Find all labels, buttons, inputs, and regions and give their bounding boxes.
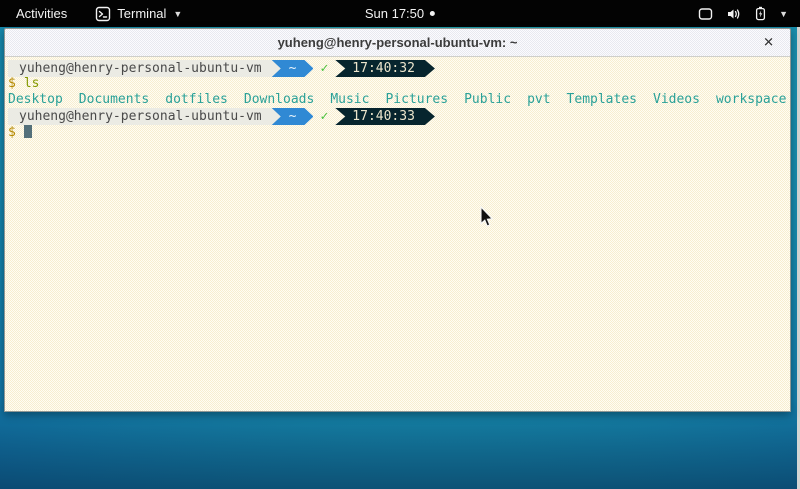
directory-name: Pictures bbox=[385, 92, 448, 107]
directory-name: pvt bbox=[527, 92, 550, 107]
app-menu-terminal[interactable]: Terminal ▼ bbox=[95, 6, 182, 22]
directory-name: Documents bbox=[79, 92, 149, 107]
prompt-symbol: $ bbox=[8, 76, 16, 91]
app-menu-label: Terminal bbox=[117, 6, 166, 21]
display-icon bbox=[698, 7, 713, 21]
directory-name: Videos bbox=[653, 92, 700, 107]
prompt-user-host: yuheng@henry-personal-ubuntu-vm bbox=[8, 108, 281, 125]
activities-button[interactable]: Activities bbox=[10, 4, 73, 23]
directory-name: Downloads bbox=[244, 92, 314, 107]
prompt-user-host: yuheng@henry-personal-ubuntu-vm bbox=[8, 60, 281, 77]
system-tray-menu[interactable]: ▼ bbox=[698, 6, 788, 21]
chevron-down-icon: ▼ bbox=[173, 9, 182, 19]
volume-icon bbox=[726, 7, 742, 21]
prompt-timestamp: 17:40:33 bbox=[335, 108, 435, 125]
directory-name: Templates bbox=[567, 92, 637, 107]
clock-menu[interactable]: Sun 17:50 bbox=[365, 6, 435, 21]
clock-label: Sun 17:50 bbox=[365, 6, 424, 21]
notification-dot bbox=[430, 11, 435, 16]
typed-command: ls bbox=[24, 76, 40, 91]
directory-name: Music bbox=[330, 92, 369, 107]
terminal-screen[interactable]: yuheng@henry-personal-ubuntu-vm ~ ✓ 17:4… bbox=[5, 57, 790, 411]
prompt-symbol: $ bbox=[8, 125, 16, 140]
directory-name: Desktop bbox=[8, 92, 63, 107]
current-input-line: $ bbox=[8, 124, 790, 140]
directory-name: Public bbox=[464, 92, 511, 107]
window-titlebar[interactable]: yuheng@henry-personal-ubuntu-vm: ~ ✕ bbox=[5, 29, 790, 57]
terminal-window: yuheng@henry-personal-ubuntu-vm: ~ ✕ yuh… bbox=[4, 28, 791, 412]
battery-charging-icon bbox=[755, 6, 766, 21]
status-check-icon: ✓ bbox=[320, 109, 328, 125]
chevron-down-icon: ▼ bbox=[779, 9, 788, 19]
close-icon[interactable]: ✕ bbox=[763, 36, 774, 49]
terminal-block-cursor bbox=[24, 124, 32, 138]
prompt-timestamp: 17:40:32 bbox=[335, 60, 435, 77]
directory-name: workspace bbox=[716, 92, 786, 107]
terminal-app-icon bbox=[95, 6, 111, 22]
ls-output-line: Desktop Documents dotfiles Downloads Music Pi… bbox=[8, 92, 790, 108]
mouse-cursor bbox=[479, 206, 494, 228]
prompt-line-2: yuheng@henry-personal-ubuntu-vm ~ ✓ 17:4… bbox=[8, 108, 790, 125]
directory-name: dotfiles bbox=[165, 92, 228, 107]
command-line: $ ls bbox=[8, 76, 790, 92]
prompt-line-1: yuheng@henry-personal-ubuntu-vm ~ ✓ 17:4… bbox=[8, 60, 790, 77]
status-check-icon: ✓ bbox=[320, 61, 328, 77]
top-bar: Activities Terminal ▼ Sun 17:50 ▼ bbox=[0, 0, 800, 27]
window-title: yuheng@henry-personal-ubuntu-vm: ~ bbox=[278, 35, 518, 50]
